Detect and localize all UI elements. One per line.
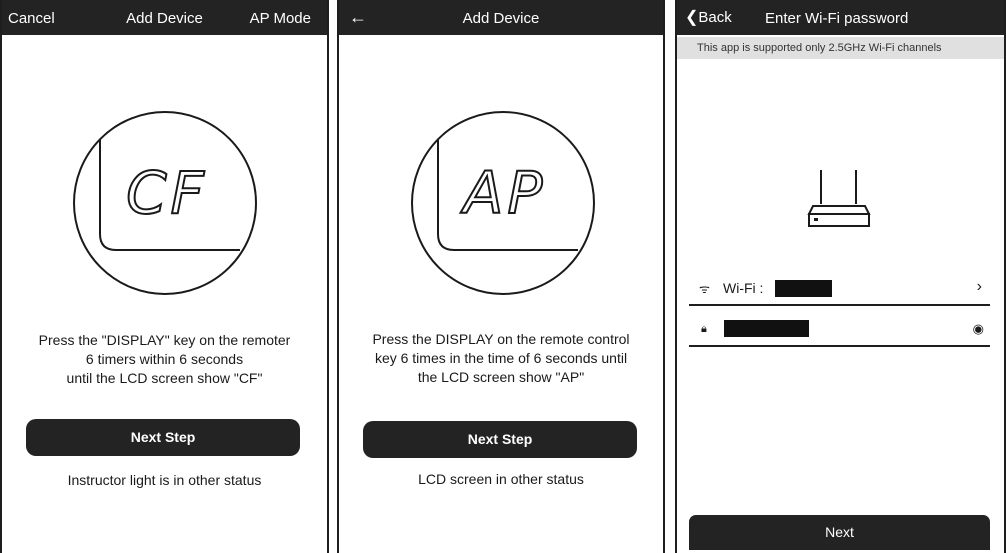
phone-screen-cf-instructions: Cancel Add Device AP Mode CF Press the "… [0, 0, 329, 553]
lcd-code-text: CF [126, 159, 208, 227]
lcd-dial: AP [411, 111, 595, 295]
next-step-button[interactable]: Next Step [363, 421, 637, 458]
wifi-ssid-redacted [775, 280, 832, 297]
page-title: Add Device [462, 10, 540, 27]
lcd-code-text: AP [460, 159, 547, 227]
lock-icon: 🔒︎ [701, 323, 707, 335]
page-title: Enter Wi-Fi password [765, 10, 909, 27]
other-status-link[interactable]: LCD screen in other status [339, 471, 663, 487]
password-row[interactable]: 🔒︎ ◉ [689, 315, 990, 347]
ap-mode-button[interactable]: AP Mode [250, 10, 311, 28]
wifi-network-row[interactable]: ᯤ Wi-Fi : › [689, 272, 990, 306]
router-icon [807, 170, 871, 227]
back-button[interactable]: ❮Back [685, 9, 732, 27]
next-button[interactable]: Next [689, 515, 990, 550]
top-bar: Cancel Add Device AP Mode [2, 0, 327, 35]
eye-icon[interactable]: ◉ [973, 321, 984, 337]
lcd-dial: CF [73, 111, 257, 295]
phone-screen-wifi-password: ❮Back Enter Wi-Fi password This app is s… [675, 0, 1006, 553]
top-bar: ❮Back Enter Wi-Fi password [677, 0, 1004, 35]
chevron-left-icon: ❮ [685, 9, 699, 26]
instruction-text: Press the "DISPLAY" key on the remoter 6… [38, 332, 291, 386]
next-step-button[interactable]: Next Step [26, 419, 300, 456]
channel-notice: This app is supported only 2.5GHz Wi-Fi … [677, 37, 1004, 59]
top-bar: ← Add Device [339, 0, 663, 35]
chevron-right-icon[interactable]: › [977, 278, 982, 296]
password-input[interactable] [724, 320, 809, 337]
phone-screen-ap-instructions: ← Add Device AP Press the DISPLAY on the… [337, 0, 665, 553]
wifi-icon: ᯤ [699, 282, 710, 296]
other-status-link[interactable]: Instructor light is in other status [2, 472, 327, 488]
instruction-text: Press the DISPLAY on the remote control … [372, 331, 630, 385]
wifi-label: Wi-Fi : [723, 280, 764, 296]
